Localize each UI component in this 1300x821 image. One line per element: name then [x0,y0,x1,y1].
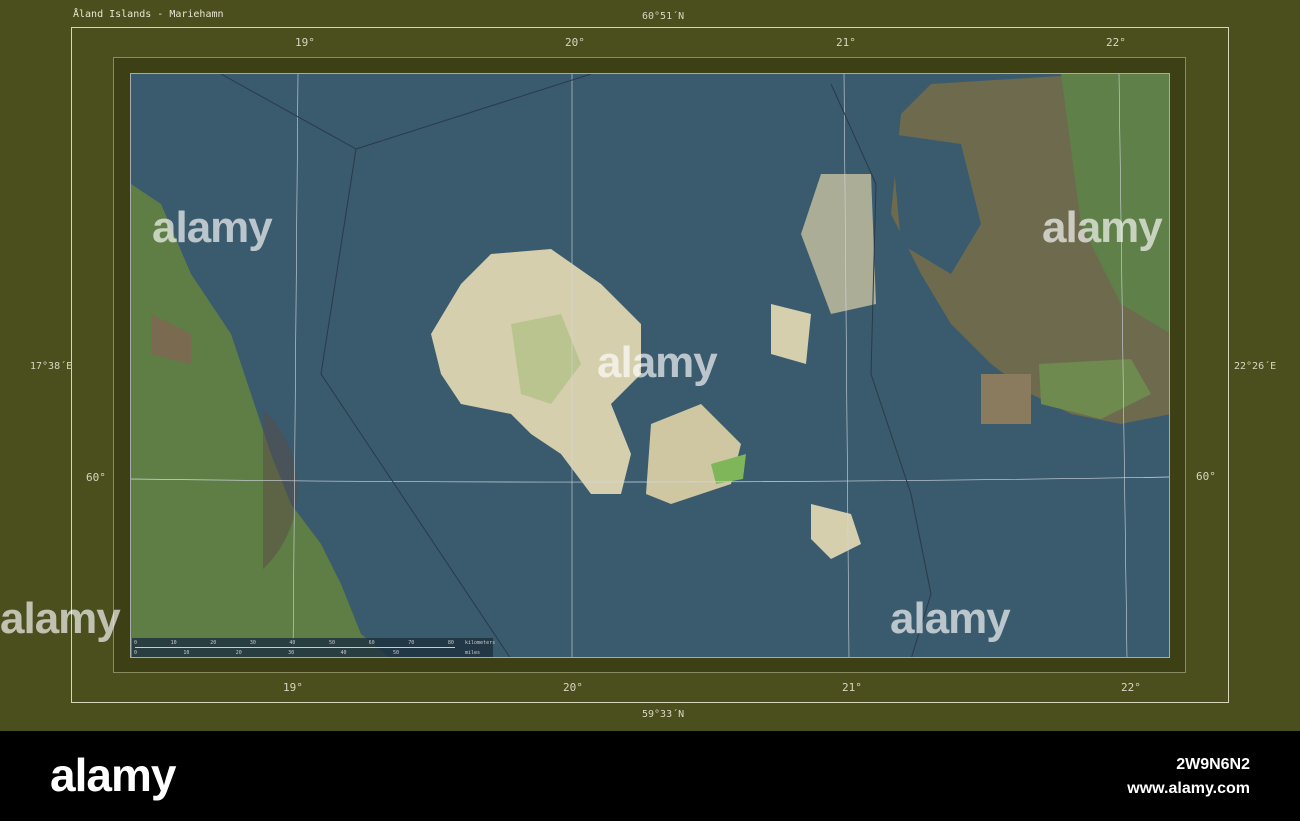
map-title: Åland Islands - Mariehamn [73,9,224,20]
image-code: 2W9N6N2 [1176,756,1250,773]
tick: 40 [340,650,347,656]
km-ticks: 0 10 20 30 40 50 60 70 80 [134,640,454,646]
land-patch-east [981,374,1031,424]
alamy-logo: alamy [50,749,176,801]
watermark: alamy [152,203,273,252]
lat-label-right: 60° [1196,470,1216,483]
island-east [771,304,811,364]
lon-label-top: 21° [836,36,856,49]
east-bound-label: 22°26´E [1234,361,1277,372]
south-bound-label: 59°33´N [642,709,685,720]
lon-label-bottom: 22° [1121,681,1141,694]
site-url: www.alamy.com [1127,780,1250,797]
tick: 20 [235,650,242,656]
watermark: alamy [597,338,718,387]
tick: 80 [447,640,454,646]
watermark: alamy [0,594,121,643]
tick: 0 [134,650,138,656]
tick: 40 [289,640,296,646]
lat-label-left: 60° [86,471,106,484]
tick: 60 [368,640,375,646]
lon-label-top: 20° [565,36,585,49]
tick: 10 [170,640,177,646]
lon-label-bottom: 19° [283,681,303,694]
mi-ticks: 0 10 20 30 40 50 [134,650,399,656]
lon-label-top: 19° [295,36,315,49]
lon-label-bottom: 20° [563,681,583,694]
lon-label-bottom: 21° [842,681,862,694]
scale-bar: 0 10 20 30 40 50 60 70 80 0 10 20 30 40 50 kilometers… [132,638,496,657]
tick: 20 [210,640,217,646]
watermark: alamy [1042,203,1163,252]
scale-line [135,647,455,648]
tick: 30 [288,650,295,656]
tick: 70 [408,640,415,646]
mi-unit: miles [465,650,481,656]
lon-label-top: 22° [1106,36,1126,49]
tick: 50 [329,640,336,646]
north-bound-label: 60°51´N [642,11,685,22]
tick: 10 [183,650,190,656]
west-bound-label: 17°38´E [30,361,73,372]
km-unit: kilometers [465,640,496,646]
tick: 50 [392,650,399,656]
footer-bar [0,731,1300,821]
tick: 0 [134,640,138,646]
tick: 30 [249,640,256,646]
watermark: alamy [890,594,1011,643]
